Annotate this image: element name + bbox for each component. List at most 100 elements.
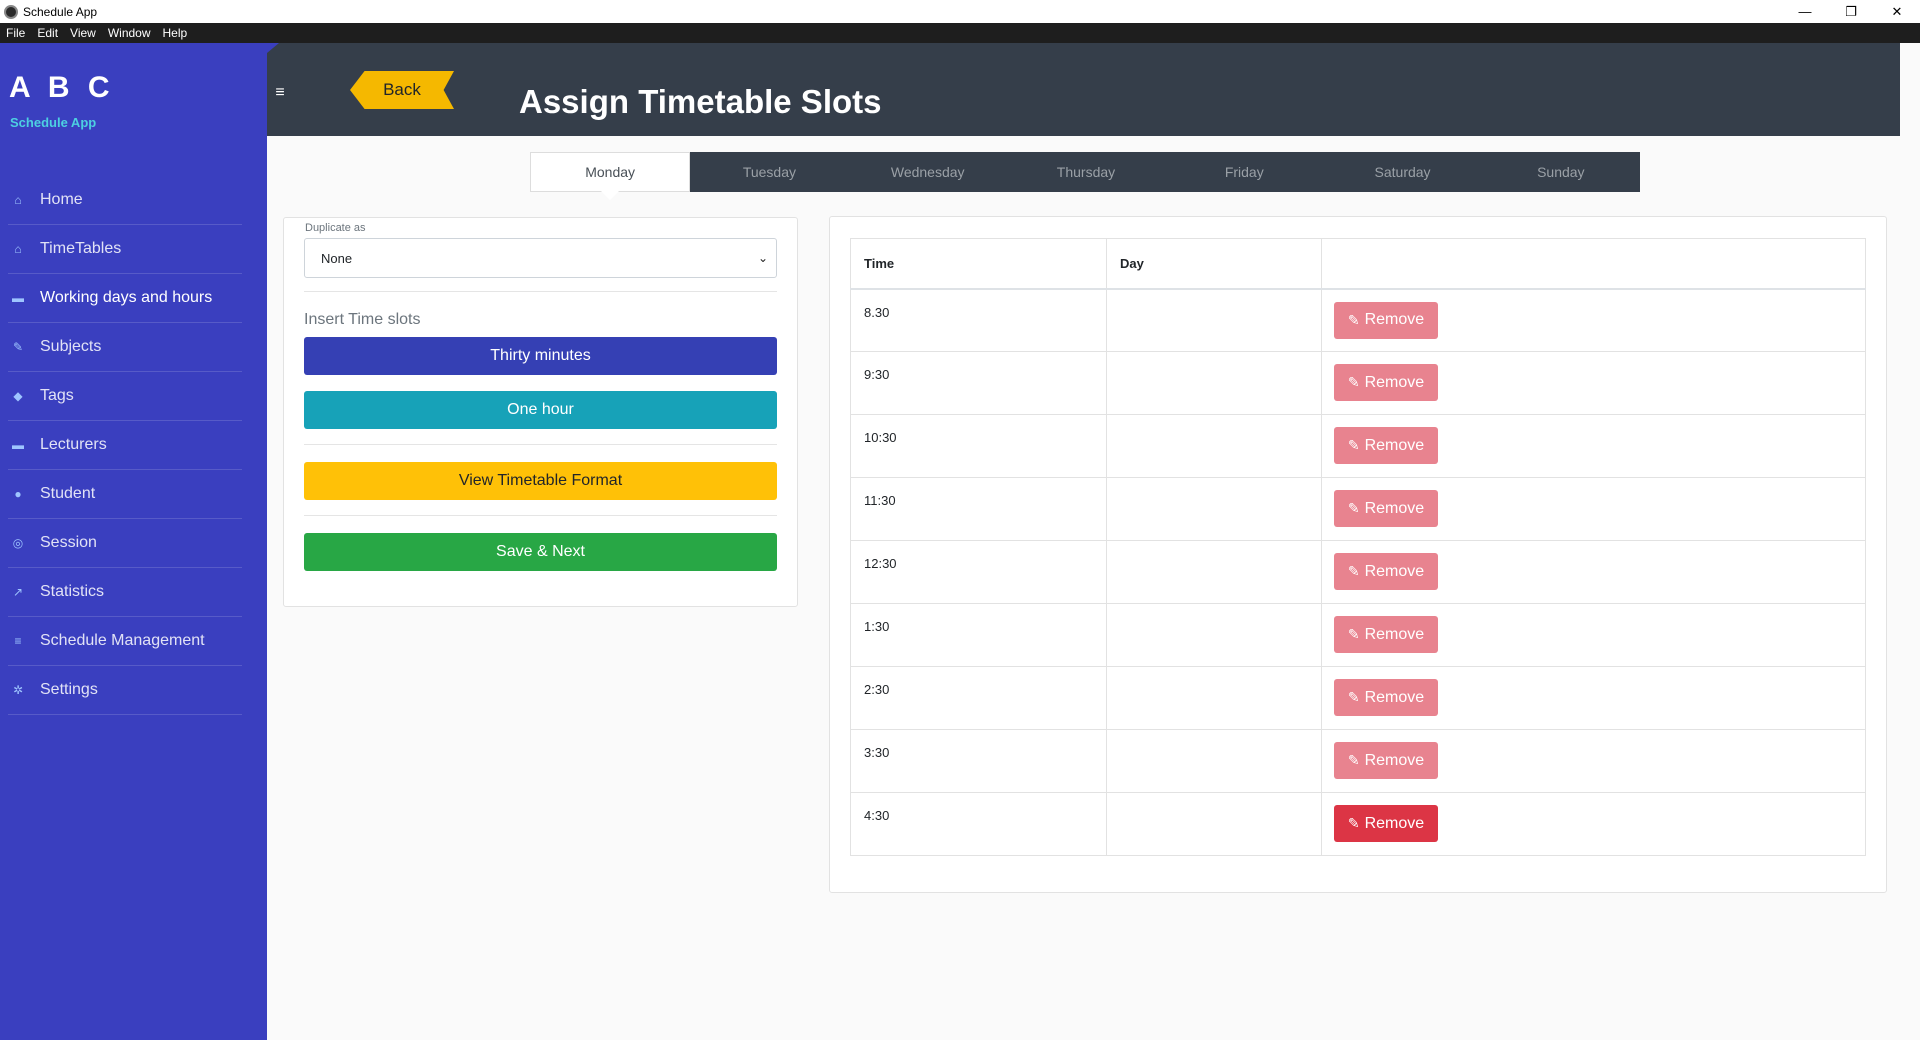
- home-icon: ⌂: [14, 193, 22, 207]
- action-cell: ✎ Remove: [1321, 603, 1866, 667]
- tab-monday[interactable]: Monday: [530, 152, 691, 200]
- save-next-button[interactable]: Save & Next: [304, 533, 777, 571]
- column-header-day: Day: [1106, 238, 1322, 290]
- remove-button[interactable]: ✎ Remove: [1334, 679, 1438, 716]
- sidebar-item-student[interactable]: ● Student: [8, 470, 242, 519]
- pencil-icon: ✎: [1347, 437, 1360, 453]
- window-controls: — ❐ ✕: [1782, 0, 1920, 23]
- line-chart-icon: ↗: [12, 585, 24, 599]
- action-cell: ✎ Remove: [1321, 792, 1866, 856]
- view-timetable-format-button[interactable]: View Timetable Format: [304, 462, 777, 500]
- table-header-row: Time Day: [850, 238, 1866, 290]
- day-cell: [1106, 540, 1322, 604]
- sidebar-nav: ⌂ Home ⌂ TimeTables ▬ Working days and hours ✎…: [0, 176, 267, 715]
- sidebar-item-lecturers[interactable]: ▬ Lecturers: [8, 421, 242, 470]
- sidebar-item-session[interactable]: ◎ Session: [8, 519, 242, 568]
- time-cell: 3:30: [850, 729, 1107, 793]
- time-cell: 9:30: [850, 351, 1107, 415]
- sidebar-item-label: Settings: [40, 681, 98, 698]
- remove-button-label: Remove: [1364, 688, 1425, 706]
- remove-button-label: Remove: [1364, 373, 1425, 391]
- sidebar-item-label: Student: [40, 485, 96, 502]
- table-row: 3:30 ✎ Remove: [850, 729, 1866, 793]
- tag-icon: ◆: [13, 389, 23, 403]
- sidebar-item-subjects[interactable]: ✎ Subjects: [8, 323, 242, 372]
- pencil-icon: ✎: [1347, 689, 1360, 705]
- remove-button[interactable]: ✎ Remove: [1334, 805, 1438, 842]
- remove-button[interactable]: ✎ Remove: [1334, 427, 1438, 464]
- time-cell: 12:30: [850, 540, 1107, 604]
- close-icon[interactable]: ✕: [1874, 0, 1920, 23]
- pencil-icon: ✎: [1347, 311, 1360, 328]
- brand-logo: A B C: [9, 71, 115, 104]
- time-cell: 11:30: [850, 477, 1107, 541]
- sidebar-item-label: Working days and hours: [40, 289, 213, 306]
- remove-button[interactable]: ✎ Remove: [1334, 490, 1438, 527]
- sidebar-item-label: TimeTables: [40, 240, 122, 257]
- tab-thursday[interactable]: Thursday: [1007, 152, 1165, 192]
- divider: [304, 291, 777, 292]
- sidebar-item-label: Subjects: [40, 338, 102, 355]
- remove-button-label: Remove: [1364, 751, 1425, 769]
- remove-button-label: Remove: [1364, 311, 1425, 328]
- day-tabs: Monday Tuesday Wednesday Thursday Friday Satu…: [530, 152, 1640, 200]
- minimize-icon[interactable]: —: [1782, 0, 1828, 23]
- pencil-icon: ✎: [1347, 500, 1360, 516]
- briefcase-icon: ▬: [12, 291, 24, 305]
- day-cell: [1106, 666, 1322, 730]
- sidebar-item-statistics[interactable]: ↗ Statistics: [8, 568, 242, 617]
- back-button[interactable]: Back: [350, 71, 454, 109]
- day-cell: [1106, 351, 1322, 415]
- thirty-minutes-button[interactable]: Thirty minutes: [304, 337, 777, 375]
- remove-button-label: Remove: [1364, 625, 1425, 643]
- remove-button[interactable]: ✎ Remove: [1334, 742, 1438, 779]
- sidebar-item-label: Statistics: [40, 583, 105, 600]
- menu-file[interactable]: File: [6, 26, 25, 40]
- sidebar-item-schedule-management[interactable]: ≡ Schedule Management: [8, 617, 242, 666]
- user-icon: ●: [14, 487, 22, 501]
- tab-friday[interactable]: Friday: [1165, 152, 1323, 192]
- sidebar-item-home[interactable]: ⌂ Home: [8, 176, 242, 225]
- remove-button[interactable]: ✎ Remove: [1334, 364, 1438, 401]
- sidebar-item-label: Lecturers: [40, 436, 107, 453]
- pencil-icon: ✎: [1347, 374, 1360, 390]
- pencil-icon: ✎: [1347, 752, 1360, 768]
- table-row: 11:30 ✎ Remove: [850, 477, 1866, 541]
- remove-button[interactable]: ✎ Remove: [1334, 301, 1438, 339]
- remove-button[interactable]: ✎ Remove: [1334, 553, 1438, 590]
- sidebar-item-tags[interactable]: ◆ Tags: [8, 372, 242, 421]
- duplicate-select[interactable]: None ⌄: [304, 238, 777, 278]
- brand-subtitle: Schedule App: [10, 115, 97, 130]
- tab-tuesday[interactable]: Tuesday: [690, 152, 848, 192]
- table-row: 10:30 ✎ Remove: [850, 414, 1866, 478]
- sidebar-item-timetables[interactable]: ⌂ TimeTables: [8, 225, 242, 274]
- one-hour-button[interactable]: One hour: [304, 391, 777, 429]
- menu-help[interactable]: Help: [163, 26, 188, 40]
- sidebar-item-settings[interactable]: ✲ Settings: [8, 666, 242, 715]
- table-row: 2:30 ✎ Remove: [850, 666, 1866, 730]
- header-notch: [267, 43, 279, 53]
- window-title: Schedule App: [23, 4, 98, 19]
- table-row: 9:30 ✎ Remove: [850, 351, 1866, 415]
- globe-icon: ◎: [12, 536, 24, 550]
- action-cell: ✎ Remove: [1321, 477, 1866, 541]
- menu-window[interactable]: Window: [108, 26, 151, 40]
- hamburger-menu-icon[interactable]: ≡: [267, 80, 293, 106]
- page-header: ≡ Back Assign Timetable Slots: [267, 43, 1900, 136]
- menu-view[interactable]: View: [70, 26, 96, 40]
- restore-icon[interactable]: ❐: [1828, 0, 1874, 23]
- action-cell: ✎ Remove: [1321, 666, 1866, 730]
- pencil-icon: ✎: [1347, 563, 1360, 579]
- duplicate-label: Duplicate as: [305, 222, 366, 234]
- time-slots-table: Time Day 8.30 ✎ Remove 9:30 ✎ Remove 10:30 ✎ Rem…: [850, 238, 1866, 856]
- tab-sunday[interactable]: Sunday: [1482, 152, 1640, 192]
- time-cell: 4:30: [850, 792, 1107, 856]
- sidebar-item-working-days-and-hours[interactable]: ▬ Working days and hours: [8, 274, 242, 323]
- menu-edit[interactable]: Edit: [37, 26, 58, 40]
- tab-saturday[interactable]: Saturday: [1323, 152, 1481, 192]
- list-icon: ≡: [14, 634, 22, 648]
- tab-wednesday[interactable]: Wednesday: [849, 152, 1007, 192]
- day-cell: [1106, 477, 1322, 541]
- table-row: 4:30 ✎ Remove: [850, 792, 1866, 856]
- remove-button[interactable]: ✎ Remove: [1334, 616, 1438, 653]
